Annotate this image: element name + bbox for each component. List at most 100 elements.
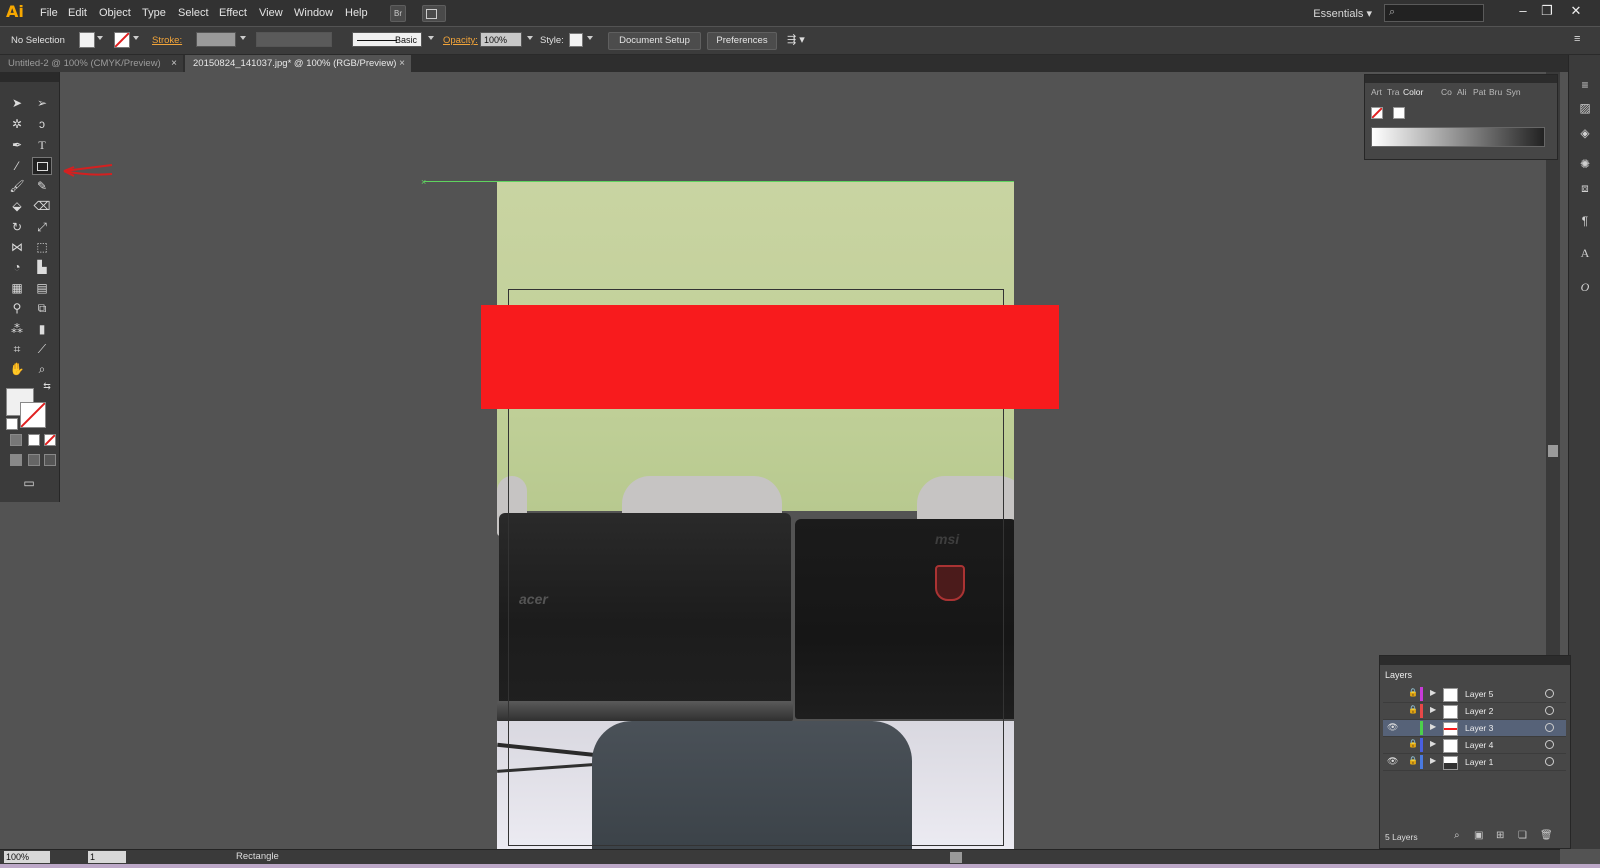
- menu-view[interactable]: View: [259, 7, 283, 19]
- gradient-mode-icon[interactable]: [28, 434, 40, 446]
- menu-edit[interactable]: Edit: [68, 7, 87, 19]
- stroke-label[interactable]: Stroke:: [152, 35, 182, 46]
- screen-mode-icon[interactable]: ▭: [19, 474, 39, 492]
- delete-layer-icon[interactable]: 🗑: [1540, 830, 1553, 841]
- menu-file[interactable]: File: [40, 7, 58, 19]
- menu-help[interactable]: Help: [345, 7, 368, 19]
- color-none-swatch[interactable]: [1371, 107, 1383, 119]
- horizontal-scroll-thumb[interactable]: [950, 852, 962, 863]
- lasso-tool-icon[interactable]: ↄ: [32, 115, 52, 133]
- blob-brush-tool-icon[interactable]: ⬙: [7, 197, 27, 215]
- layer-row[interactable]: 🔒 ▶ Layer 2: [1383, 703, 1566, 720]
- layers-panel-title[interactable]: Layers: [1385, 670, 1412, 680]
- opacity-field[interactable]: 100%: [480, 32, 522, 47]
- workspace-switcher[interactable]: Essentials ▾: [1313, 7, 1372, 20]
- appearance-panel-icon[interactable]: ◈: [1577, 125, 1593, 141]
- lock-icon[interactable]: 🔒: [1408, 739, 1418, 748]
- direct-selection-tool-icon[interactable]: ➢: [32, 94, 52, 112]
- expand-triangle-icon[interactable]: ▶: [1430, 688, 1436, 697]
- character-panel-icon[interactable]: A: [1577, 245, 1593, 261]
- rectangle-tool-icon[interactable]: [32, 157, 52, 175]
- menu-select[interactable]: Select: [178, 7, 209, 19]
- draw-behind-icon[interactable]: [28, 454, 40, 466]
- gradient-tool-icon[interactable]: ▤: [32, 279, 52, 297]
- eyedropper-tool-icon[interactable]: ⚲: [7, 299, 27, 317]
- none-mode-icon[interactable]: [44, 434, 56, 446]
- brush-definition-field[interactable]: Basic: [352, 32, 422, 47]
- current-tool-status[interactable]: Rectangle: [236, 851, 279, 862]
- stroke-weight-field[interactable]: [196, 32, 236, 47]
- target-icon[interactable]: [1545, 757, 1554, 766]
- lock-icon[interactable]: 🔒: [1408, 756, 1418, 765]
- layer-row[interactable]: 🔒 ▶ Layer 5: [1383, 686, 1566, 703]
- layer-row[interactable]: 🔒 ▶ Layer 4: [1383, 737, 1566, 754]
- width-tool-icon[interactable]: ⋈: [7, 238, 27, 256]
- eye-icon[interactable]: 👁: [1387, 756, 1398, 767]
- menu-effect[interactable]: Effect: [219, 7, 247, 19]
- chevron-down-icon[interactable]: [240, 36, 246, 40]
- close-icon[interactable]: ×: [171, 55, 177, 72]
- panel-menu-icon[interactable]: ≡: [1577, 77, 1593, 93]
- menu-window[interactable]: Window: [294, 7, 333, 19]
- expand-triangle-icon[interactable]: ▶: [1430, 739, 1436, 748]
- red-rectangle[interactable]: [481, 305, 1059, 409]
- pen-tool-icon[interactable]: ✒: [7, 136, 27, 154]
- paintbrush-tool-icon[interactable]: 🖌: [7, 177, 27, 195]
- artboard-tool-icon[interactable]: ⌗: [7, 340, 27, 358]
- default-colors-icon[interactable]: [6, 418, 18, 430]
- zoom-tool-icon[interactable]: ⌕: [32, 360, 52, 378]
- fill-color-swatch[interactable]: [79, 32, 95, 48]
- type-tool-icon[interactable]: T: [32, 136, 52, 154]
- menu-object[interactable]: Object: [99, 7, 131, 19]
- search-input[interactable]: ⌕: [1384, 4, 1484, 22]
- vertical-scroll-thumb[interactable]: [1548, 445, 1558, 457]
- selection-tool-icon[interactable]: ➤: [7, 94, 27, 112]
- blend-tool-icon[interactable]: ⧉: [32, 299, 52, 317]
- opacity-label[interactable]: Opacity:: [443, 35, 478, 46]
- swap-fill-stroke-icon[interactable]: ⇆: [37, 377, 57, 395]
- chevron-down-icon[interactable]: [133, 36, 139, 40]
- graphic-style-swatch[interactable]: [569, 33, 583, 47]
- new-layer-icon[interactable]: ❏: [1518, 830, 1527, 841]
- tab-brushes[interactable]: Bru: [1489, 87, 1502, 97]
- hand-tool-icon[interactable]: ✋: [7, 360, 27, 378]
- clipping-mask-icon[interactable]: ▣: [1474, 830, 1483, 841]
- tab-artboards[interactable]: Art: [1371, 87, 1382, 97]
- new-sublayer-icon[interactable]: ⊞: [1496, 830, 1504, 841]
- symbols-panel-icon[interactable]: ✺: [1577, 156, 1593, 172]
- column-graph-tool-icon[interactable]: ▮: [32, 320, 52, 338]
- eraser-tool-icon[interactable]: ⌫: [32, 197, 52, 215]
- panel-menu-icon[interactable]: ≡: [1574, 33, 1580, 45]
- target-icon[interactable]: [1545, 723, 1554, 732]
- arrange-documents-button[interactable]: [422, 5, 446, 22]
- draw-inside-icon[interactable]: [44, 454, 56, 466]
- arrange-icon[interactable]: ⇶ ▾: [787, 33, 805, 46]
- mesh-tool-icon[interactable]: ▦: [7, 279, 27, 297]
- color-mode-icon[interactable]: [10, 434, 22, 446]
- lock-icon[interactable]: 🔒: [1408, 705, 1418, 714]
- layer-row[interactable]: 👁 ▶ Layer 3: [1383, 720, 1566, 737]
- variable-width-profile[interactable]: [256, 32, 332, 47]
- tab-color[interactable]: Color: [1403, 87, 1423, 97]
- stroke-panel-icon[interactable]: ▨: [1577, 100, 1593, 116]
- tab-untitled-2[interactable]: Untitled-2 @ 100% (CMYK/Preview) ×: [0, 55, 183, 72]
- pencil-tool-icon[interactable]: ✎: [32, 177, 52, 195]
- tab-symbols[interactable]: Syn: [1506, 87, 1521, 97]
- tab-photo-document[interactable]: 20150824_141037.jpg* @ 100% (RGB/Preview…: [185, 55, 411, 72]
- document-setup-button[interactable]: Document Setup: [608, 32, 701, 50]
- draw-normal-icon[interactable]: [10, 454, 22, 466]
- restore-button[interactable]: ❐: [1537, 2, 1557, 20]
- magic-wand-tool-icon[interactable]: ✲: [7, 115, 27, 133]
- expand-triangle-icon[interactable]: ▶: [1430, 705, 1436, 714]
- eye-icon[interactable]: 👁: [1387, 722, 1398, 733]
- target-icon[interactable]: [1545, 689, 1554, 698]
- perspective-grid-tool-icon[interactable]: ▙: [32, 258, 52, 276]
- symbol-sprayer-tool-icon[interactable]: ⁂: [7, 320, 27, 338]
- target-icon[interactable]: [1545, 740, 1554, 749]
- close-window-button[interactable]: ✕: [1566, 2, 1586, 20]
- chevron-down-icon[interactable]: [587, 36, 593, 40]
- tab-pathfinder[interactable]: Pat: [1473, 87, 1486, 97]
- shape-builder-tool-icon[interactable]: ◔: [7, 258, 27, 276]
- minimize-button[interactable]: –: [1513, 2, 1533, 20]
- graphic-styles-panel-icon[interactable]: ⧈: [1577, 180, 1593, 196]
